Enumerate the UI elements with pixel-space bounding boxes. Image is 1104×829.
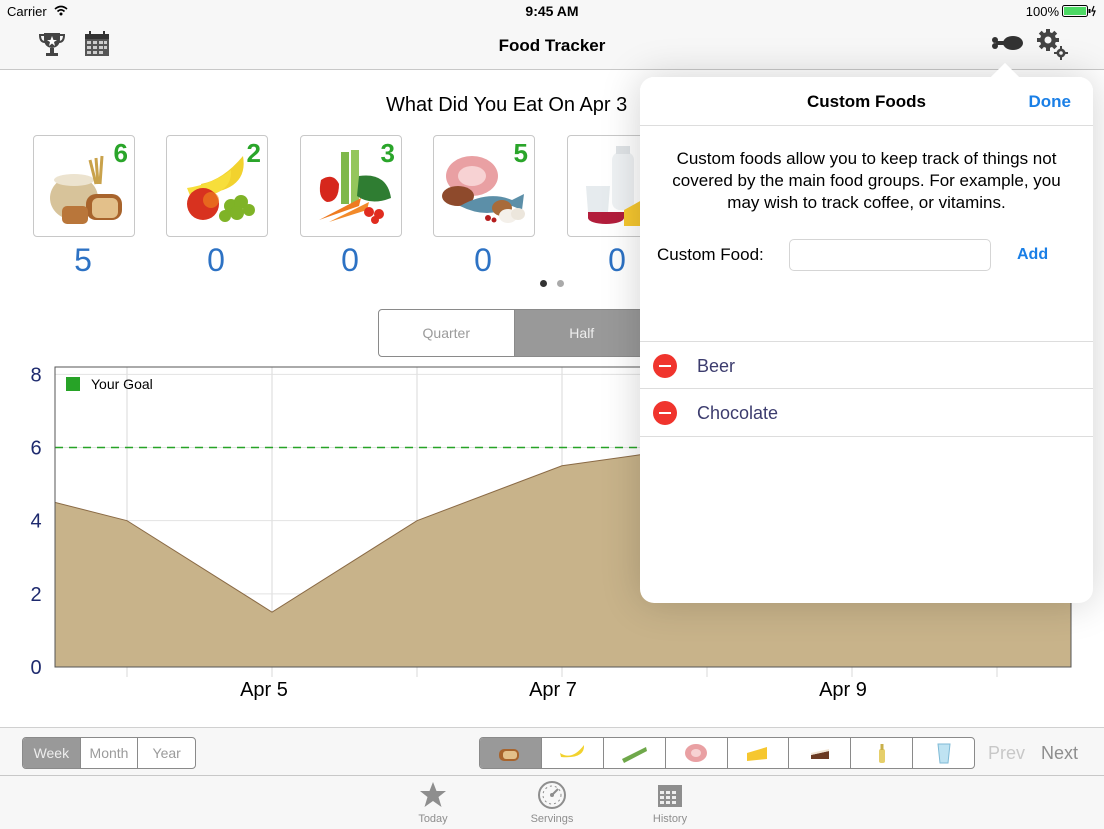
app-title: Food Tracker — [498, 36, 606, 55]
tab-label: History — [652, 813, 688, 825]
period-segmented-control: Week Month Year — [22, 737, 196, 769]
food-total: 0 — [207, 242, 225, 278]
list-item[interactable]: Chocolate — [640, 389, 1093, 437]
tab-history[interactable]: History — [625, 780, 715, 825]
day-heading: What Did You Eat On Apr 3 — [386, 94, 628, 116]
list-item[interactable]: Beer — [640, 342, 1093, 389]
celery-icon[interactable] — [604, 738, 666, 768]
segment-year[interactable]: Year — [138, 738, 195, 768]
navigation-bar: Food Tracker — [0, 22, 1104, 70]
x-tick-label: Apr 5 — [240, 679, 288, 700]
food-count: 5 — [513, 138, 528, 168]
custom-foods-popover: Custom Foods Done Custom foods allow you… — [640, 62, 1093, 603]
oil-bottle-icon[interactable] — [851, 738, 914, 768]
settings-gear-icon[interactable] — [1036, 28, 1068, 60]
y-axis-ticks: 0 2 4 6 8 — [30, 364, 41, 679]
y-tick-label: 2 — [30, 584, 41, 606]
popover-header: Custom Foods Done — [640, 77, 1093, 126]
tab-servings[interactable]: Servings — [507, 780, 597, 825]
battery-icon — [1062, 5, 1096, 17]
food-card-vegetables[interactable]: 3 — [300, 135, 402, 237]
drumstick-icon[interactable] — [990, 34, 1024, 54]
cheese-icon[interactable] — [728, 738, 790, 768]
page-dot[interactable] — [557, 280, 564, 287]
segment-month[interactable]: Month — [81, 738, 139, 768]
banana-icon[interactable] — [542, 738, 604, 768]
food-count: 2 — [246, 138, 261, 168]
star-icon — [420, 782, 446, 807]
dairy-icon — [586, 146, 642, 226]
water-glass-icon[interactable] — [913, 738, 974, 768]
ham-icon[interactable] — [666, 738, 728, 768]
x-tick-label: Apr 7 — [529, 679, 577, 700]
food-card-protein[interactable]: 5 — [433, 135, 535, 237]
custom-food-label: Custom Food: — [657, 245, 764, 264]
y-tick-label: 8 — [30, 364, 41, 386]
next-button[interactable]: Next — [1041, 743, 1078, 764]
range-segmented-control: Quarter Half — [378, 309, 650, 357]
popover-description: Custom foods allow you to keep track of … — [672, 149, 1061, 212]
bottom-toolbar: Week Month Year Prev Next — [0, 727, 1104, 776]
list-item-label: Beer — [697, 356, 736, 376]
tab-label: Today — [418, 813, 448, 825]
battery-percent: 100% — [1025, 4, 1059, 19]
popover-title: Custom Foods — [807, 92, 926, 111]
tab-today[interactable]: Today — [388, 780, 478, 825]
segment-quarter[interactable]: Quarter — [379, 310, 515, 356]
segment-half[interactable]: Half — [514, 310, 649, 356]
cake-icon[interactable] — [789, 738, 852, 768]
food-group-selector — [479, 737, 975, 769]
y-tick-label: 4 — [30, 511, 41, 533]
food-total: 5 — [74, 242, 92, 278]
legend-label: Your Goal — [91, 376, 153, 392]
y-tick-label: 0 — [30, 657, 41, 679]
food-total: 0 — [474, 242, 492, 278]
food-card-fruits[interactable]: 2 — [166, 135, 268, 237]
status-bar: Carrier 9:45 AM 100% — [0, 0, 1104, 22]
calendar-icon — [658, 785, 682, 807]
x-tick-label: Apr 9 — [819, 679, 867, 700]
remove-icon[interactable] — [653, 401, 677, 425]
page-dot-active[interactable] — [540, 280, 547, 287]
add-button[interactable]: Add — [1017, 246, 1048, 264]
food-count: 6 — [113, 138, 128, 168]
bread-icon[interactable] — [480, 738, 542, 768]
remove-icon[interactable] — [653, 354, 677, 378]
segment-week[interactable]: Week — [23, 738, 81, 768]
food-card-grains[interactable]: 6 — [33, 135, 135, 237]
clock: 9:45 AM — [525, 3, 579, 19]
legend-swatch — [66, 377, 80, 391]
done-button[interactable]: Done — [1029, 92, 1072, 112]
tab-label: Servings — [530, 813, 574, 825]
food-count: 3 — [380, 138, 395, 168]
tab-bar: Today Servings History — [0, 775, 1104, 829]
food-total: 0 — [341, 242, 359, 278]
y-tick-label: 6 — [30, 437, 41, 459]
list-item-label: Chocolate — [697, 403, 779, 423]
prev-button[interactable]: Prev — [988, 743, 1025, 764]
gauge-icon — [538, 781, 566, 809]
x-axis-ticks: Apr 5 Apr 7 Apr 9 — [240, 679, 867, 700]
custom-food-input[interactable] — [789, 239, 991, 271]
